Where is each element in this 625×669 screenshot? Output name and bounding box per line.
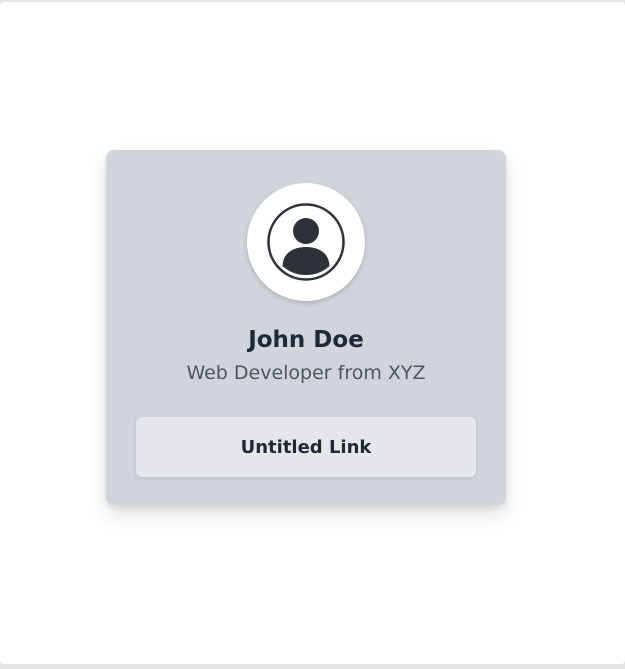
avatar — [247, 183, 365, 301]
profile-card: John Doe Web Developer from XYZ Untitled… — [106, 150, 506, 505]
page-background: John Doe Web Developer from XYZ Untitled… — [0, 2, 625, 664]
untitled-link-button[interactable]: Untitled Link — [136, 417, 476, 477]
user-circle-icon — [267, 203, 345, 281]
profile-subtitle: Web Developer from XYZ — [186, 362, 426, 384]
profile-name: John Doe — [248, 327, 364, 353]
